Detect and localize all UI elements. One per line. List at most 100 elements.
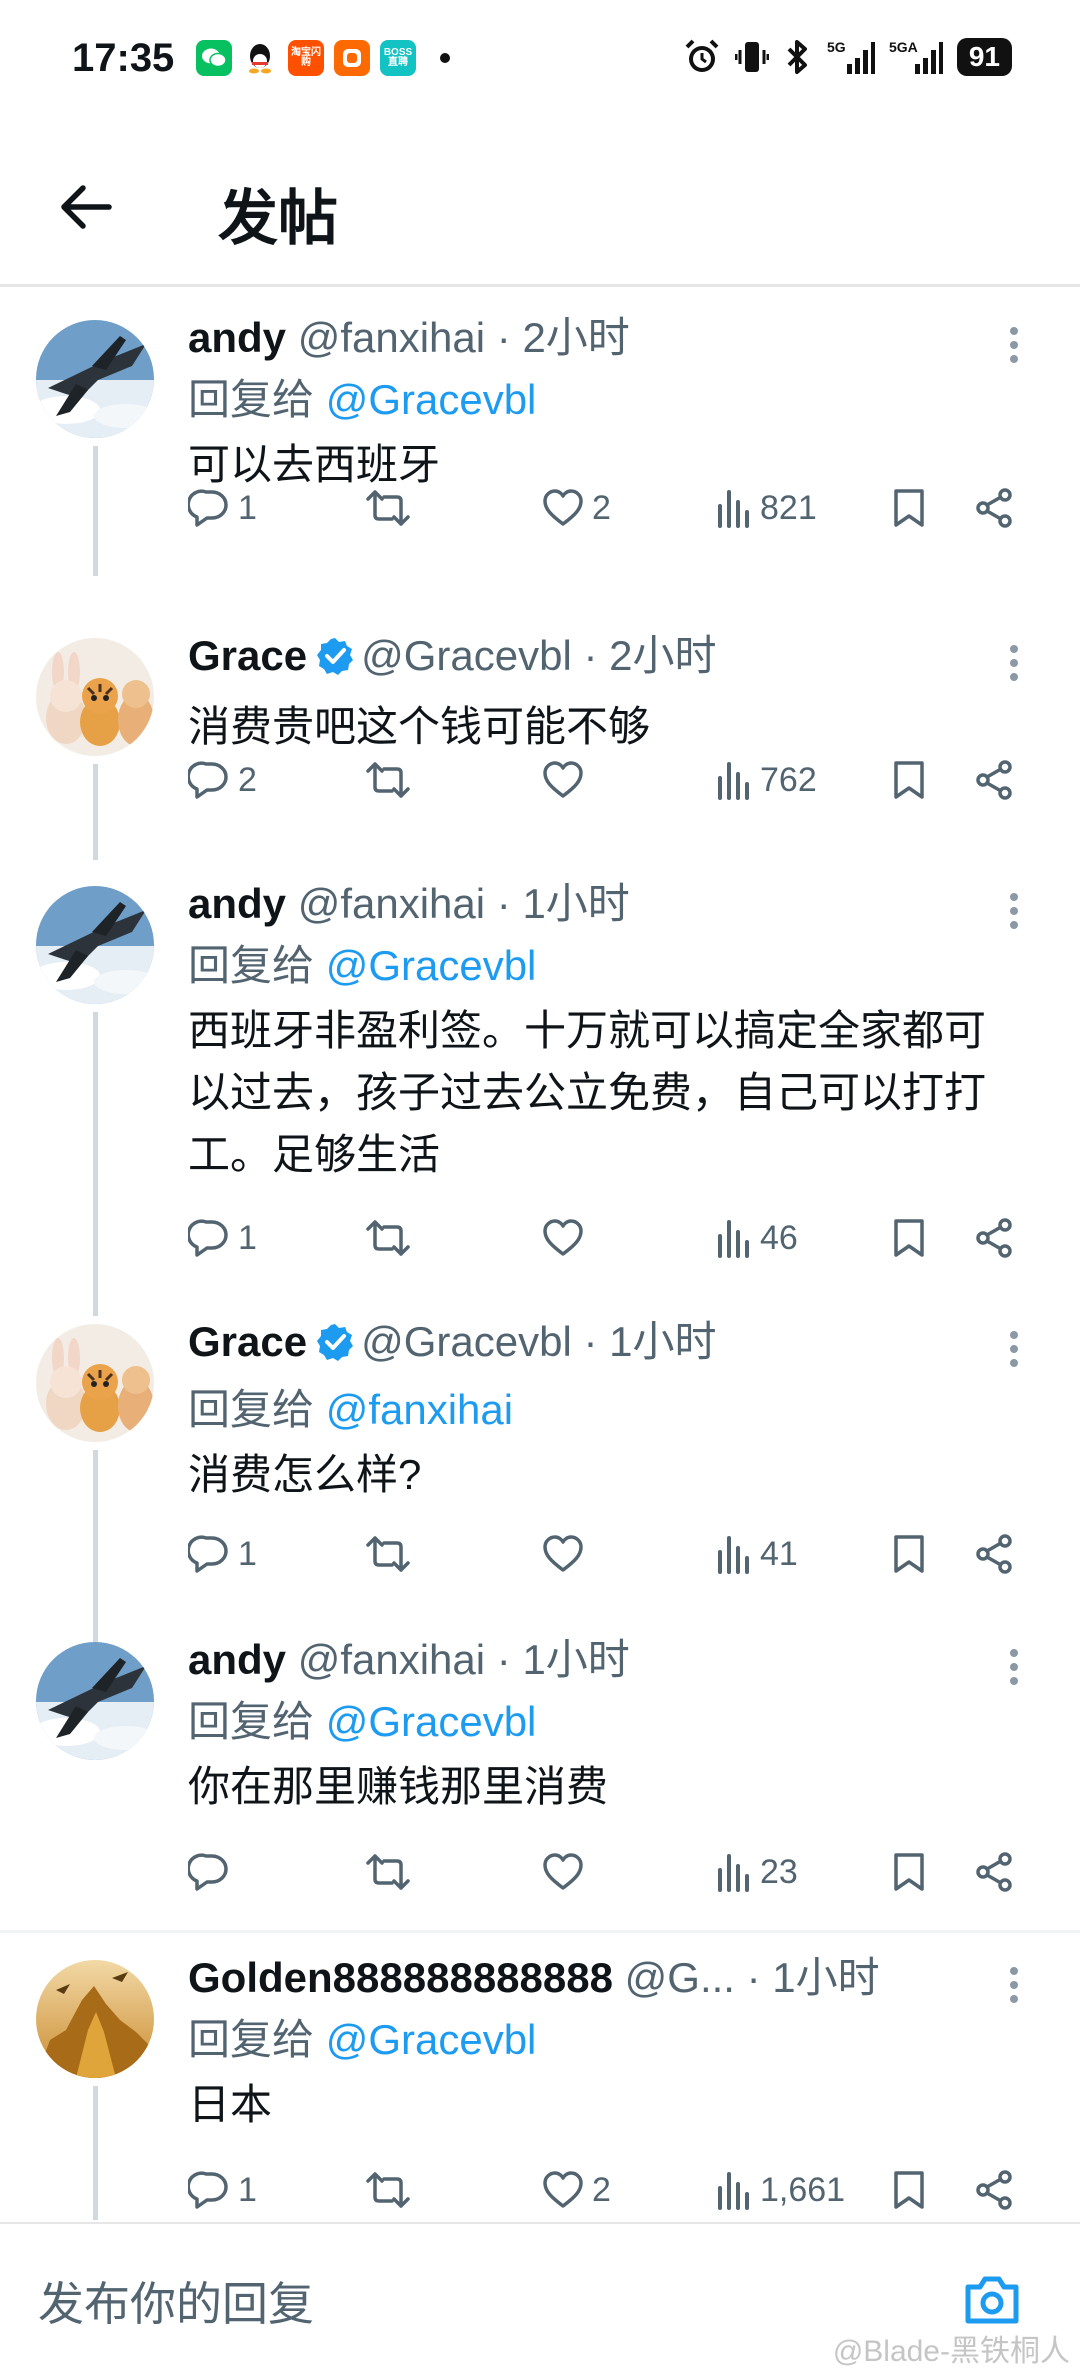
analytics-icon: [718, 2172, 749, 2210]
like-button[interactable]: 2: [542, 478, 611, 538]
camera-button[interactable]: [960, 2268, 1024, 2332]
share-button[interactable]: [974, 1208, 1014, 1268]
reply-button[interactable]: 1: [188, 1524, 257, 1584]
avatar-plush[interactable]: [36, 638, 154, 756]
post-item[interactable]: andy @fanxihai · 1小时 回复给 @Gracevbl 西班牙非盈…: [0, 880, 1080, 1316]
bookmark-button[interactable]: [892, 2160, 926, 2220]
avatar-jet[interactable]: [36, 1642, 154, 1760]
reply-icon: [188, 2171, 228, 2209]
more-options-button[interactable]: [994, 1324, 1034, 1374]
author-handle[interactable]: @G...: [625, 1954, 735, 2001]
post-item[interactable]: Golden888888888888 @G... · 1小时 回复给 @Grac…: [0, 1954, 1080, 2220]
views-button[interactable]: 41: [716, 1524, 798, 1584]
more-options-button[interactable]: [994, 886, 1034, 936]
reply-to-link[interactable]: @Gracevbl: [326, 1698, 537, 1745]
bookmark-button[interactable]: [892, 750, 926, 810]
avatar-jet[interactable]: [36, 320, 154, 438]
more-vertical-icon: [1010, 1331, 1018, 1367]
like-button[interactable]: [542, 1842, 592, 1902]
author-handle[interactable]: @fanxihai: [298, 880, 485, 927]
repost-icon: [366, 762, 410, 798]
reply-button[interactable]: [188, 1842, 238, 1902]
share-button[interactable]: [974, 750, 1014, 810]
author-name[interactable]: Grace: [188, 1318, 307, 1365]
views-button[interactable]: 23: [716, 1842, 798, 1902]
views-button[interactable]: 46: [716, 1208, 798, 1268]
author-name[interactable]: andy: [188, 314, 286, 361]
repost-button[interactable]: [364, 750, 412, 810]
bookmark-button[interactable]: [892, 478, 926, 538]
share-button[interactable]: [974, 1842, 1014, 1902]
author-name[interactable]: Golden888888888888: [188, 1954, 613, 2001]
status-bar: 17:35 淘宝闪购 BOSS直聘 5G 5GA 91: [0, 0, 1080, 120]
post-header: andy @fanxihai · 1小时: [188, 1636, 630, 1683]
like-button[interactable]: 2: [542, 2160, 611, 2220]
repost-button[interactable]: [364, 1524, 412, 1584]
reply-to-link[interactable]: @Gracevbl: [326, 942, 537, 989]
repost-button[interactable]: [364, 1208, 412, 1268]
author-name[interactable]: andy: [188, 880, 286, 927]
post-item[interactable]: andy @fanxihai · 1小时 回复给 @Gracevbl 你在那里赚…: [0, 1636, 1080, 1892]
post-actions: 1 41: [188, 1524, 1048, 1584]
like-button[interactable]: [542, 750, 592, 810]
weibo-watermark: @Blade-黑铁桐人: [832, 2335, 1070, 2368]
post-actions: 2 762: [188, 750, 1048, 810]
signal-5g-icon: 5G: [827, 38, 875, 76]
post-item[interactable]: Grace @Gracevbl · 2小时 消费贵吧这个钱可能不够 2 762: [0, 632, 1080, 860]
views-button[interactable]: 762: [716, 750, 817, 810]
bookmark-button[interactable]: [892, 1842, 926, 1902]
signal-5ga-icon: 5GA: [889, 38, 943, 76]
reply-button[interactable]: 1: [188, 478, 257, 538]
avatar-jet[interactable]: [36, 886, 154, 1004]
reply-to-link[interactable]: @Gracevbl: [326, 376, 537, 423]
share-icon: [976, 2170, 1012, 2210]
avatar-golden[interactable]: [36, 1960, 154, 2078]
bookmark-button[interactable]: [892, 1524, 926, 1584]
share-icon: [976, 488, 1012, 528]
post-item[interactable]: andy @fanxihai · 2小时 回复给 @Gracevbl 可以去西班…: [0, 314, 1080, 576]
share-button[interactable]: [974, 2160, 1014, 2220]
thread-connector: [93, 1012, 98, 1316]
verified-badge-icon: [315, 634, 355, 690]
reply-icon: [188, 761, 228, 799]
reply-composer: 发布你的回复 @Blade-黑铁桐人: [0, 2222, 1080, 2376]
author-handle[interactable]: @Gracevbl: [361, 1318, 572, 1365]
post-content: Grace @Gracevbl · 1小时 回复给 @fanxihai 消费怎么样…: [188, 1314, 1020, 1506]
like-button[interactable]: [542, 1524, 592, 1584]
avatar-plush[interactable]: [36, 1324, 154, 1442]
back-button[interactable]: [50, 172, 120, 242]
repost-button[interactable]: [364, 2160, 412, 2220]
author-handle[interactable]: @Gracevbl: [361, 632, 572, 679]
repost-button[interactable]: [364, 1842, 412, 1902]
share-button[interactable]: [974, 1524, 1014, 1584]
author-name[interactable]: Grace: [188, 632, 307, 679]
more-options-button[interactable]: [994, 638, 1034, 688]
analytics-icon: [718, 762, 749, 800]
bookmark-button[interactable]: [892, 1208, 926, 1268]
repost-button[interactable]: [364, 478, 412, 538]
more-options-button[interactable]: [994, 1642, 1034, 1692]
more-options-button[interactable]: [994, 320, 1034, 370]
author-handle[interactable]: @fanxihai: [298, 1636, 485, 1683]
analytics-icon: [718, 1536, 749, 1574]
orange-app-icon: [334, 40, 370, 76]
reply-to-link[interactable]: @fanxihai: [326, 1386, 513, 1433]
reply-button[interactable]: 1: [188, 1208, 257, 1268]
repost-icon: [366, 2172, 410, 2208]
post-item[interactable]: Grace @Gracevbl · 1小时 回复给 @fanxihai 消费怎么样…: [0, 1318, 1080, 1642]
reply-input[interactable]: 发布你的回复: [38, 2268, 314, 2334]
more-vertical-icon: [1010, 1649, 1018, 1685]
author-handle[interactable]: @fanxihai: [298, 314, 485, 361]
views-button[interactable]: 1,661: [716, 2160, 845, 2220]
more-options-button[interactable]: [994, 1960, 1034, 2010]
reply-button[interactable]: 2: [188, 750, 257, 810]
reply-button[interactable]: 1: [188, 2160, 257, 2220]
thread-connector: [93, 2086, 98, 2220]
svg-text:5G: 5G: [827, 39, 846, 55]
like-button[interactable]: [542, 1208, 592, 1268]
author-name[interactable]: andy: [188, 1636, 286, 1683]
views-button[interactable]: 821: [716, 478, 817, 538]
post-time: 1小时: [609, 1318, 717, 1365]
reply-to-link[interactable]: @Gracevbl: [326, 2016, 537, 2063]
share-button[interactable]: [974, 478, 1014, 538]
